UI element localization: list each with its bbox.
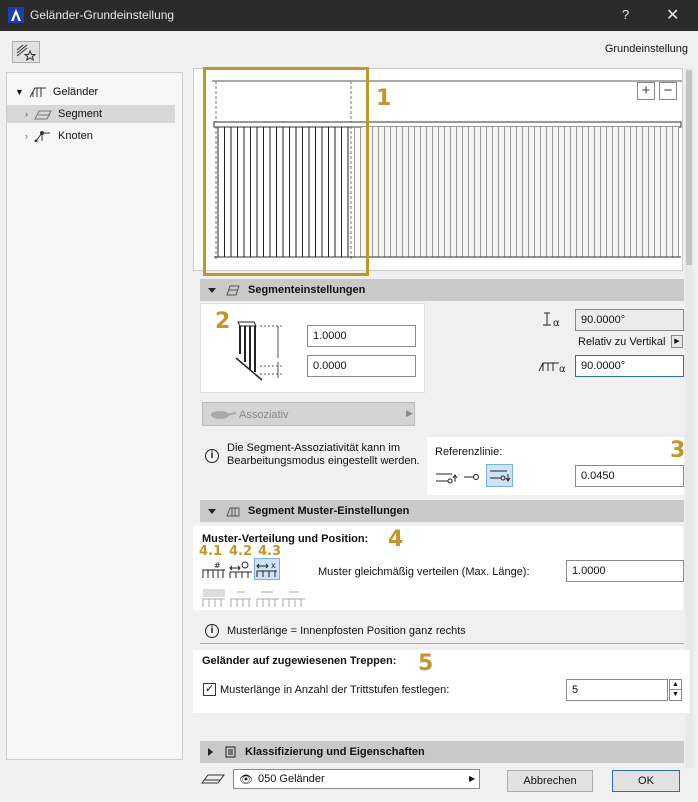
steps-checkbox[interactable]: ✓ bbox=[203, 683, 216, 696]
section-title: Segment Muster-Einstellungen bbox=[248, 505, 410, 517]
relative-dropdown-arrow[interactable]: ▶ bbox=[671, 335, 683, 348]
slope-angle-icon: α bbox=[538, 362, 566, 375]
settings-tree: ▼ Geländer › Segment › Knoten bbox=[6, 72, 183, 760]
tree-item-label: Geländer bbox=[52, 86, 99, 98]
segment-icon bbox=[34, 110, 52, 120]
steps-count-stepper[interactable]: ▲ ▼ bbox=[669, 679, 682, 701]
marker-4-3: 4.3 bbox=[258, 544, 282, 559]
svg-text:α: α bbox=[553, 318, 560, 329]
pattern-icon bbox=[226, 507, 240, 517]
info-icon: i bbox=[205, 449, 219, 463]
chevron-right-icon: › bbox=[25, 109, 28, 119]
assoc-info-text: Die Segment-Assoziativität kann im Bearb… bbox=[227, 442, 420, 467]
zoom-out-button[interactable]: − bbox=[659, 82, 677, 100]
assoc-icon bbox=[211, 411, 237, 419]
marker-4-2: 4.2 bbox=[229, 544, 253, 559]
chevron-right-icon bbox=[208, 748, 213, 756]
cancel-button[interactable]: Abbrechen bbox=[507, 770, 593, 792]
svg-text:α: α bbox=[559, 364, 566, 375]
stairs-title: Geländer auf zugewiesenen Treppen: bbox=[202, 655, 397, 667]
distribute-length-input[interactable]: 1.0000 bbox=[566, 560, 684, 582]
tree-item-segment[interactable]: › Segment bbox=[7, 105, 175, 123]
favorites-star-icon bbox=[16, 44, 37, 62]
pattern-info-text: Musterlänge = Innenpfosten Position ganz… bbox=[227, 625, 466, 637]
svg-text:#: # bbox=[214, 561, 221, 570]
zoom-in-button[interactable]: + bbox=[637, 82, 655, 100]
stepper-up-icon[interactable]: ▲ bbox=[669, 679, 682, 690]
vertical-angle-icon: α bbox=[543, 312, 560, 329]
chevron-down-icon bbox=[208, 287, 216, 293]
chevron-right-icon: ▶ bbox=[469, 774, 476, 783]
marker-4: 4 bbox=[388, 527, 404, 552]
panel-scrollbar-thumb[interactable] bbox=[686, 70, 692, 265]
dialog-window: Geländer-Grundeinstellung ? ✕ Grundeinst… bbox=[0, 0, 698, 802]
marker-1: 1 bbox=[376, 86, 392, 111]
highlight-box-1 bbox=[203, 67, 369, 276]
segment-height-input[interactable]: 1.0000 bbox=[307, 325, 416, 347]
svg-text:x: x bbox=[271, 561, 276, 570]
tree-item-knoten[interactable]: › Knoten bbox=[25, 127, 175, 145]
title-bar: Geländer-Grundeinstellung ? ✕ bbox=[0, 0, 698, 31]
segment-offset-input[interactable]: 0.0000 bbox=[307, 355, 416, 377]
layer-select[interactable]: 👁 050 Geländer ▶ bbox=[233, 769, 480, 789]
document-icon bbox=[225, 746, 236, 758]
tree-item-label: Segment bbox=[58, 108, 103, 120]
chevron-down-icon: ▼ bbox=[15, 87, 24, 97]
info-icon: i bbox=[205, 624, 219, 638]
reference-bottom-button[interactable] bbox=[486, 464, 513, 487]
distribution-length-icon[interactable] bbox=[228, 560, 254, 580]
chevron-right-icon: ▶ bbox=[406, 408, 413, 418]
close-button[interactable]: ✕ bbox=[666, 5, 679, 25]
section-segment-settings[interactable]: Segmenteinstellungen bbox=[200, 279, 684, 301]
reference-bottom-icon bbox=[490, 470, 511, 482]
distribution-count-icon[interactable]: # bbox=[201, 560, 227, 580]
distribute-label: Muster gleichmäßig verteilen (Max. Länge… bbox=[318, 566, 530, 578]
chevron-down-icon bbox=[208, 508, 216, 514]
railing-icon bbox=[29, 87, 46, 98]
marker-4-1: 4.1 bbox=[199, 544, 223, 559]
segment-icon bbox=[226, 285, 240, 296]
tree-item-gelaender[interactable]: ▼ Geländer bbox=[15, 83, 175, 101]
marker-3: 3 bbox=[670, 438, 686, 463]
stepper-down-icon[interactable]: ▼ bbox=[669, 690, 682, 701]
section-title: Segmenteinstellungen bbox=[248, 284, 366, 296]
pattern-variant-icons[interactable] bbox=[201, 587, 307, 609]
reference-middle-icon[interactable] bbox=[462, 468, 482, 486]
section-pattern-settings[interactable]: Segment Muster-Einstellungen bbox=[200, 500, 684, 522]
angle-vertical-input[interactable]: 90.0000° bbox=[575, 309, 684, 331]
steps-count-input[interactable]: 5 bbox=[566, 679, 668, 701]
assoc-label: Assoziativ bbox=[239, 409, 289, 421]
marker-2: 2 bbox=[215, 309, 231, 334]
layer-icon bbox=[201, 774, 225, 784]
help-button[interactable]: ? bbox=[622, 7, 629, 22]
section-classification[interactable]: Klassifizierung und Eigenschaften bbox=[200, 741, 684, 763]
tree-item-label: Knoten bbox=[58, 130, 93, 142]
chevron-right-icon: › bbox=[25, 131, 28, 141]
window-title: Geländer-Grundeinstellung bbox=[30, 8, 175, 22]
distribution-equal-button[interactable]: x bbox=[254, 558, 280, 580]
divider bbox=[200, 643, 684, 644]
distribution-equal-icon: x bbox=[256, 561, 277, 577]
reference-offset-input[interactable]: 0.0450 bbox=[575, 465, 684, 487]
post-dimension-icon bbox=[235, 321, 282, 381]
page-title: Grundeinstellung bbox=[604, 43, 688, 55]
marker-5: 5 bbox=[418, 651, 434, 676]
assoc-button[interactable]: Assoziativ ▶ bbox=[202, 402, 415, 426]
node-icon bbox=[34, 131, 50, 142]
reference-top-icon[interactable] bbox=[434, 468, 460, 486]
distribution-label: Muster-Verteilung und Position: bbox=[202, 533, 369, 545]
steps-checkbox-label: Musterlänge in Anzahl der Trittstufen fe… bbox=[220, 684, 450, 696]
favorites-button[interactable] bbox=[12, 41, 40, 63]
reference-line-label: Referenzlinie: bbox=[435, 446, 503, 458]
relative-to-vertical-label[interactable]: Relativ zu Vertikal bbox=[578, 336, 665, 348]
section-title: Klassifizierung und Eigenschaften bbox=[245, 746, 425, 758]
ok-button[interactable]: OK bbox=[612, 770, 680, 792]
eye-icon: 👁 bbox=[239, 774, 253, 786]
angle-slope-input[interactable]: 90.0000° bbox=[575, 355, 684, 377]
archicad-logo-icon bbox=[8, 7, 24, 23]
layer-select-value: 050 Geländer bbox=[258, 773, 325, 785]
